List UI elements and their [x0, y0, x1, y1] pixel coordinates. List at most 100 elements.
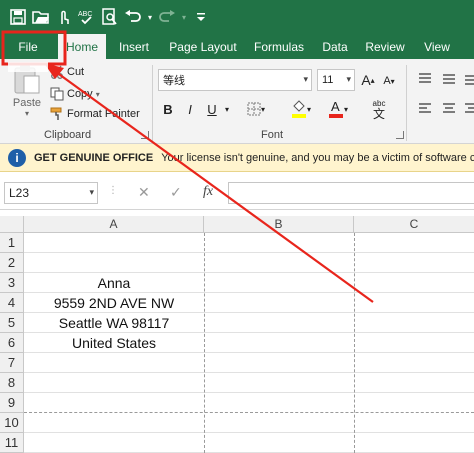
paste-label: Paste [12, 97, 42, 109]
page-break-vertical [204, 233, 205, 453]
paste-button[interactable]: Paste ▾ [8, 63, 46, 123]
align-bottom-button[interactable] [464, 71, 474, 87]
tab-home[interactable]: Home [58, 34, 106, 59]
format-painter-icon [50, 107, 62, 120]
cut-button[interactable]: Cut [50, 63, 84, 81]
redo-dropdown-icon[interactable]: ▾ [180, 7, 188, 27]
copy-icon [50, 87, 64, 101]
tab-insert[interactable]: Insert [106, 34, 162, 59]
quick-access-toolbar: ABC ▾ ▾ [0, 0, 474, 34]
clipboard-launcher-icon[interactable] [141, 131, 149, 139]
tab-view[interactable]: View [414, 34, 460, 59]
print-preview-icon[interactable] [100, 7, 120, 27]
underline-dropdown-icon[interactable]: ▾ [222, 99, 232, 119]
row-header-3[interactable]: 3 [0, 273, 24, 293]
cell-a5[interactable]: Seattle WA 98117 [24, 313, 204, 333]
name-box-value: L23 [9, 186, 30, 200]
select-all-button[interactable] [0, 216, 24, 233]
cell-a6[interactable]: United States [24, 333, 204, 353]
font-launcher-icon[interactable] [396, 131, 404, 139]
page-break-vertical [354, 233, 355, 453]
cell-a7[interactable] [24, 353, 204, 373]
row-header-8[interactable]: 8 [0, 373, 24, 393]
customize-icon[interactable] [191, 7, 211, 27]
fill-color-dropdown-icon: ▾ [306, 104, 311, 114]
row-header-9[interactable]: 9 [0, 393, 24, 413]
tab-page-layout[interactable]: Page Layout [162, 34, 244, 59]
tab-data[interactable]: Data [314, 34, 356, 59]
insert-function-icon[interactable]: fx [203, 184, 213, 200]
font-size-combo[interactable]: 11 ▾ [317, 69, 355, 91]
phonetic-icon: 文 [372, 106, 385, 121]
shrink-font-button[interactable]: A ▾ [382, 73, 396, 89]
tab-file[interactable]: File [0, 34, 56, 59]
column-header-c[interactable]: C [354, 216, 474, 233]
column-header-b[interactable]: B [204, 216, 354, 233]
formula-input[interactable] [228, 182, 474, 204]
underline-button[interactable]: U [204, 99, 220, 119]
message-title: GET GENUINE OFFICE [34, 151, 154, 164]
tab-review[interactable]: Review [356, 34, 414, 59]
redo-icon[interactable] [157, 7, 177, 27]
info-icon: i [8, 148, 26, 167]
row-header-10[interactable]: 10 [0, 413, 24, 433]
copy-button[interactable]: Copy ▾ [50, 85, 100, 103]
cell-a3[interactable]: Anna [24, 273, 204, 293]
align-middle-icon [443, 74, 455, 84]
font-color-icon: A [328, 99, 343, 118]
column-header-a[interactable]: A [24, 216, 204, 233]
fill-color-button[interactable]: ▾ [288, 97, 314, 121]
cell-a9[interactable] [24, 393, 204, 413]
align-middle-button[interactable] [440, 71, 458, 87]
align-right-button[interactable] [464, 101, 474, 117]
cell-a8[interactable] [24, 373, 204, 393]
italic-button[interactable]: I [182, 99, 198, 119]
align-center-button[interactable] [440, 101, 458, 117]
row-header-7[interactable]: 7 [0, 353, 24, 373]
tab-formulas[interactable]: Formulas [244, 34, 314, 59]
cell-a11[interactable] [24, 433, 204, 453]
borders-button[interactable]: ▾ [244, 99, 268, 119]
row-header-5[interactable]: 5 [0, 313, 24, 333]
cut-label: Cut [67, 66, 85, 78]
row-header-2[interactable]: 2 [0, 253, 24, 273]
cell-a10[interactable] [24, 413, 204, 433]
cell-a1[interactable] [24, 233, 204, 253]
row-header-11[interactable]: 11 [0, 433, 24, 453]
align-top-button[interactable] [416, 71, 434, 87]
phonetic-guide-button[interactable]: abc 文 [366, 97, 392, 121]
save-icon[interactable] [8, 7, 28, 27]
enter-icon[interactable]: ✓ [170, 184, 182, 201]
spelling-icon[interactable]: ABC [77, 7, 97, 27]
touch-mode-icon[interactable] [54, 7, 74, 27]
font-color-button[interactable]: A ▾ [324, 97, 352, 121]
paste-dropdown-icon[interactable]: ▾ [25, 109, 29, 118]
font-name-combo[interactable]: 等线 ▾ [158, 69, 312, 91]
formula-bar: L23 ▾ ⋮ ✕ ✓ fx [0, 172, 474, 210]
grow-font-icon: A [361, 72, 371, 88]
borders-dropdown-icon: ▾ [260, 104, 265, 114]
font-color-glyph: A [331, 99, 340, 114]
row-header-6[interactable]: 6 [0, 333, 24, 353]
ribbon-tabs: File Home Insert Page Layout Formulas Da… [0, 34, 474, 59]
cancel-icon[interactable]: ✕ [138, 184, 150, 201]
row-header-1[interactable]: 1 [0, 233, 24, 253]
shrink-font-icon: A [383, 75, 391, 87]
bold-button[interactable]: B [160, 99, 176, 119]
undo-icon[interactable] [123, 7, 143, 27]
copy-dropdown-icon[interactable]: ▾ [96, 90, 100, 99]
chevron-down-icon: ▾ [303, 74, 308, 84]
align-center-icon [443, 103, 455, 113]
align-left-icon [419, 103, 431, 113]
borders-icon [247, 102, 261, 116]
align-left-button[interactable] [416, 101, 434, 117]
cell-a2[interactable] [24, 253, 204, 273]
grow-font-button[interactable]: A ▴ [360, 71, 376, 89]
name-box[interactable]: L23 ▾ [4, 182, 98, 204]
cell-a4[interactable]: 9559 2ND AVE NW [24, 293, 204, 313]
undo-dropdown-icon[interactable]: ▾ [146, 7, 154, 27]
ribbon-home: Paste ▾ Cut Copy ▾ Format Painter Clipbo… [0, 59, 474, 144]
format-painter-button[interactable]: Format Painter [50, 105, 140, 123]
open-icon[interactable] [31, 7, 51, 27]
row-header-4[interactable]: 4 [0, 293, 24, 313]
